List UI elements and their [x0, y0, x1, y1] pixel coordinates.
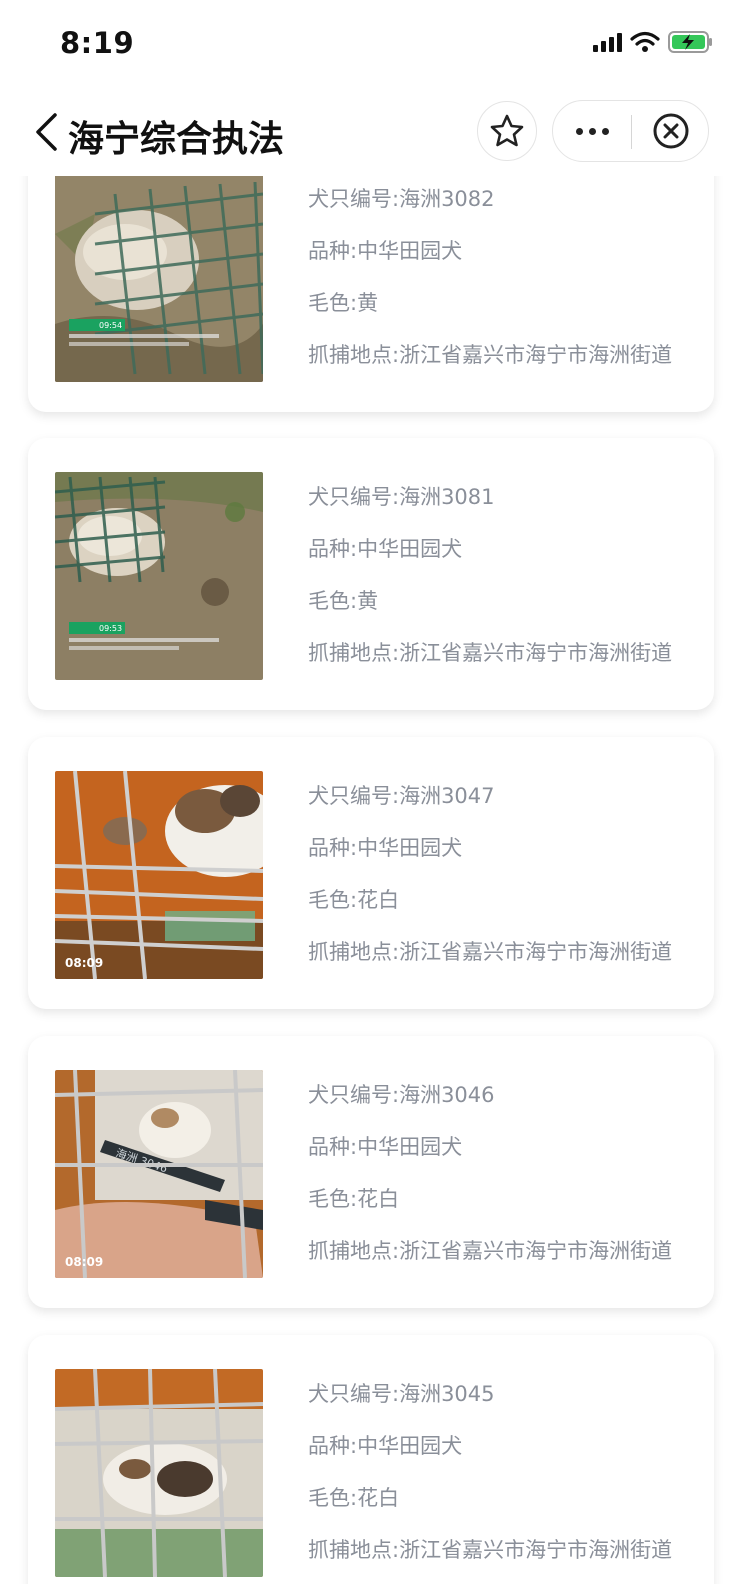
dog-capture-location: 抓捕地点:浙江省嘉兴市海宁市海洲街道	[308, 343, 673, 367]
status-bar: 8:19	[0, 0, 750, 88]
dog-record-card[interactable]: 08:09 犬只编号:海洲3047 品种:中华田园犬 毛色:花白 抓捕地点:浙江…	[28, 737, 714, 1009]
navigation-bar: 海宁综合执法	[0, 88, 750, 176]
dog-id: 犬只编号:海洲3082	[308, 187, 495, 211]
dog-breed: 品种:中华田园犬	[308, 239, 463, 263]
dog-id: 犬只编号:海洲3047	[308, 784, 495, 808]
dog-photo[interactable]: 08:09	[55, 771, 263, 979]
photo-timestamp: 08:09	[65, 956, 103, 970]
dog-photo[interactable]: 09:53	[55, 472, 263, 680]
dog-breed: 品种:中华田园犬	[308, 836, 463, 860]
dog-capture-location: 抓捕地点:浙江省嘉兴市海宁市海洲街道	[308, 940, 673, 964]
dog-photo-image: 08:09	[55, 771, 263, 979]
close-button[interactable]	[632, 101, 709, 161]
dog-record-card[interactable]: 09:54 犬只编号:海洲3082 品种:中华田园犬 毛色:黄 抓捕地点:浙江省…	[28, 140, 714, 412]
mini-program-capsule	[552, 100, 709, 162]
dog-photo-image	[55, 1369, 263, 1577]
close-circle-icon	[653, 113, 688, 149]
cellular-signal-icon	[593, 32, 622, 52]
status-icons	[593, 30, 714, 54]
more-button[interactable]	[553, 101, 631, 161]
dog-id: 犬只编号:海洲3081	[308, 485, 495, 509]
back-button[interactable]	[26, 108, 66, 156]
dog-info: 犬只编号:海洲3045 品种:中华田园犬 毛色:花白 抓捕地点:浙江省嘉兴市海宁…	[308, 1381, 688, 1584]
more-dots-icon	[575, 127, 609, 135]
dog-id: 犬只编号:海洲3046	[308, 1083, 495, 1107]
dog-photo-image: 海洲 3046 08:09	[55, 1070, 263, 1278]
chevron-left-icon	[36, 113, 57, 151]
dog-color: 毛色:花白	[308, 1187, 400, 1211]
dog-info: 犬只编号:海洲3082 品种:中华田园犬 毛色:黄 抓捕地点:浙江省嘉兴市海宁市…	[308, 186, 688, 394]
dog-color: 毛色:黄	[308, 589, 379, 613]
dog-record-card[interactable]: 犬只编号:海洲3045 品种:中华田园犬 毛色:花白 抓捕地点:浙江省嘉兴市海宁…	[28, 1335, 714, 1584]
status-time: 8:19	[60, 26, 135, 60]
dog-color: 毛色:花白	[308, 888, 400, 912]
photo-timestamp: 09:53	[99, 624, 122, 633]
photo-timestamp: 09:54	[99, 321, 122, 330]
favorite-button[interactable]	[477, 101, 537, 161]
dog-breed: 品种:中华田园犬	[308, 1135, 463, 1159]
dog-photo-image: 09:54	[55, 174, 263, 382]
wifi-icon	[630, 31, 660, 52]
dog-capture-location: 抓捕地点:浙江省嘉兴市海宁市海洲街道	[308, 1538, 673, 1562]
dog-info: 犬只编号:海洲3081 品种:中华田园犬 毛色:黄 抓捕地点:浙江省嘉兴市海宁市…	[308, 484, 688, 692]
battery-charging-icon	[668, 31, 712, 53]
dog-breed: 品种:中华田园犬	[308, 1434, 463, 1458]
dog-id: 犬只编号:海洲3045	[308, 1382, 495, 1406]
photo-timestamp: 08:09	[65, 1255, 103, 1269]
dog-photo[interactable]	[55, 1369, 263, 1577]
dog-capture-location: 抓捕地点:浙江省嘉兴市海宁市海洲街道	[308, 1239, 673, 1263]
dog-color: 毛色:花白	[308, 1486, 400, 1510]
dog-info: 犬只编号:海洲3047 品种:中华田园犬 毛色:花白 抓捕地点:浙江省嘉兴市海宁…	[308, 783, 688, 991]
dog-capture-location: 抓捕地点:浙江省嘉兴市海宁市海洲街道	[308, 641, 673, 665]
dog-photo-image: 09:53	[55, 472, 263, 680]
dog-color: 毛色:黄	[308, 291, 379, 315]
dog-photo[interactable]: 09:54	[55, 174, 263, 382]
star-icon	[490, 114, 524, 147]
dog-record-list[interactable]: 09:54 犬只编号:海洲3082 品种:中华田园犬 毛色:黄 抓捕地点:浙江省…	[0, 0, 750, 1584]
dog-breed: 品种:中华田园犬	[308, 537, 463, 561]
dog-record-card[interactable]: 海洲 3046 08:09 犬只编号:海洲3046 品种:中华田园犬 毛色:花白…	[28, 1036, 714, 1308]
dog-photo[interactable]: 海洲 3046 08:09	[55, 1070, 263, 1278]
dog-record-card[interactable]: 09:53 犬只编号:海洲3081 品种:中华田园犬 毛色:黄 抓捕地点:浙江省…	[28, 438, 714, 710]
screen: 09:54 犬只编号:海洲3082 品种:中华田园犬 毛色:黄 抓捕地点:浙江省…	[0, 0, 750, 1584]
dog-info: 犬只编号:海洲3046 品种:中华田园犬 毛色:花白 抓捕地点:浙江省嘉兴市海宁…	[308, 1082, 688, 1290]
page-title: 海宁综合执法	[68, 119, 285, 160]
